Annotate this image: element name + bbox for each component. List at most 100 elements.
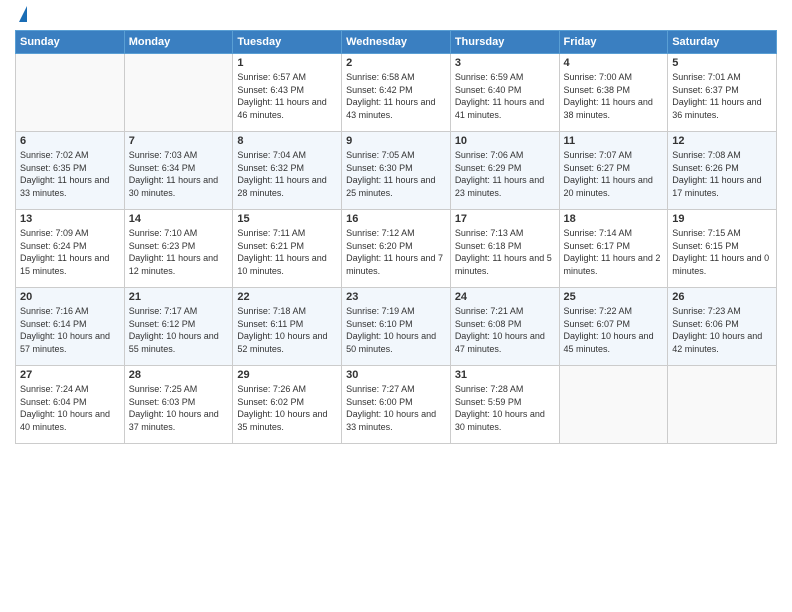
- calendar-cell: [16, 54, 125, 132]
- calendar-cell: 20 Sunrise: 7:16 AM Sunset: 6:14 PM Dayli…: [16, 288, 125, 366]
- day-detail: Sunrise: 7:07 AM Sunset: 6:27 PM Dayligh…: [564, 149, 664, 199]
- col-header-sunday: Sunday: [16, 31, 125, 54]
- day-detail: Sunrise: 7:00 AM Sunset: 6:38 PM Dayligh…: [564, 71, 664, 121]
- calendar-cell: 24 Sunrise: 7:21 AM Sunset: 6:08 PM Dayli…: [450, 288, 559, 366]
- day-detail: Sunrise: 7:13 AM Sunset: 6:18 PM Dayligh…: [455, 227, 555, 277]
- day-number: 13: [20, 213, 120, 225]
- calendar-cell: 21Sunrise: 7:17 AM Sunset: 6:12 PM Dayli…: [124, 288, 233, 366]
- day-number: 4: [564, 57, 664, 69]
- calendar-cell: 7 Sunrise: 7:03 AM Sunset: 6:34 PM Daylig…: [124, 132, 233, 210]
- calendar-cell: 9Sunrise: 7:05 AM Sunset: 6:30 PM Daylig…: [342, 132, 451, 210]
- day-detail: Sunrise: 7:19 AM Sunset: 6:10 PM Dayligh…: [346, 305, 446, 355]
- day-number: 15: [237, 213, 337, 225]
- day-detail: Sunrise: 7:11 AM Sunset: 6:21 PM Dayligh…: [237, 227, 337, 277]
- day-number: 30: [346, 369, 446, 381]
- calendar-cell: 10Sunrise: 7:06 AM Sunset: 6:29 PM Dayli…: [450, 132, 559, 210]
- page: SundayMondayTuesdayWednesdayThursdayFrid…: [0, 0, 792, 612]
- col-header-tuesday: Tuesday: [233, 31, 342, 54]
- day-number: 11: [564, 135, 664, 147]
- calendar-cell: 4 Sunrise: 7:00 AM Sunset: 6:38 PM Daylig…: [559, 54, 668, 132]
- week-row-1: 6 Sunrise: 7:02 AM Sunset: 6:35 PM Daylig…: [16, 132, 777, 210]
- day-detail: Sunrise: 7:03 AM Sunset: 6:34 PM Dayligh…: [129, 149, 229, 199]
- day-number: 2: [346, 57, 446, 69]
- day-number: 29: [237, 369, 337, 381]
- calendar-cell: 28 Sunrise: 7:25 AM Sunset: 6:03 PM Dayli…: [124, 366, 233, 444]
- day-detail: Sunrise: 7:24 AM Sunset: 6:04 PM Dayligh…: [20, 383, 120, 433]
- day-detail: Sunrise: 7:17 AM Sunset: 6:12 PM Dayligh…: [129, 305, 229, 355]
- calendar-cell: 5 Sunrise: 7:01 AM Sunset: 6:37 PM Daylig…: [668, 54, 777, 132]
- week-row-4: 27 Sunrise: 7:24 AM Sunset: 6:04 PM Dayli…: [16, 366, 777, 444]
- day-number: 23: [346, 291, 446, 303]
- day-number: 28: [129, 369, 229, 381]
- day-number: 17: [455, 213, 555, 225]
- calendar-cell: 8Sunrise: 7:04 AM Sunset: 6:32 PM Daylig…: [233, 132, 342, 210]
- header-row: SundayMondayTuesdayWednesdayThursdayFrid…: [16, 31, 777, 54]
- calendar-cell: 26Sunrise: 7:23 AM Sunset: 6:06 PM Dayli…: [668, 288, 777, 366]
- day-number: 14: [129, 213, 229, 225]
- day-detail: Sunrise: 7:21 AM Sunset: 6:08 PM Dayligh…: [455, 305, 555, 355]
- calendar-cell: 30 Sunrise: 7:27 AM Sunset: 6:00 PM Dayli…: [342, 366, 451, 444]
- day-detail: Sunrise: 7:22 AM Sunset: 6:07 PM Dayligh…: [564, 305, 664, 355]
- week-row-3: 20 Sunrise: 7:16 AM Sunset: 6:14 PM Dayli…: [16, 288, 777, 366]
- calendar-cell: 31Sunrise: 7:28 AM Sunset: 5:59 PM Dayli…: [450, 366, 559, 444]
- calendar-cell: 16Sunrise: 7:12 AM Sunset: 6:20 PM Dayli…: [342, 210, 451, 288]
- day-detail: Sunrise: 7:01 AM Sunset: 6:37 PM Dayligh…: [672, 71, 772, 121]
- day-detail: Sunrise: 7:10 AM Sunset: 6:23 PM Dayligh…: [129, 227, 229, 277]
- day-number: 5: [672, 57, 772, 69]
- day-number: 7: [129, 135, 229, 147]
- calendar-cell: [668, 366, 777, 444]
- col-header-saturday: Saturday: [668, 31, 777, 54]
- day-number: 12: [672, 135, 772, 147]
- day-detail: Sunrise: 7:25 AM Sunset: 6:03 PM Dayligh…: [129, 383, 229, 433]
- day-number: 18: [564, 213, 664, 225]
- day-detail: Sunrise: 7:26 AM Sunset: 6:02 PM Dayligh…: [237, 383, 337, 433]
- col-header-friday: Friday: [559, 31, 668, 54]
- day-detail: Sunrise: 7:18 AM Sunset: 6:11 PM Dayligh…: [237, 305, 337, 355]
- day-number: 24: [455, 291, 555, 303]
- day-detail: Sunrise: 7:23 AM Sunset: 6:06 PM Dayligh…: [672, 305, 772, 355]
- logo-triangle-icon: [19, 6, 27, 22]
- day-detail: Sunrise: 7:09 AM Sunset: 6:24 PM Dayligh…: [20, 227, 120, 277]
- calendar-cell: 19Sunrise: 7:15 AM Sunset: 6:15 PM Dayli…: [668, 210, 777, 288]
- day-detail: Sunrise: 7:08 AM Sunset: 6:26 PM Dayligh…: [672, 149, 772, 199]
- col-header-wednesday: Wednesday: [342, 31, 451, 54]
- day-number: 27: [20, 369, 120, 381]
- day-number: 20: [20, 291, 120, 303]
- col-header-thursday: Thursday: [450, 31, 559, 54]
- logo: [15, 10, 27, 22]
- calendar-cell: 13 Sunrise: 7:09 AM Sunset: 6:24 PM Dayli…: [16, 210, 125, 288]
- calendar-cell: [124, 54, 233, 132]
- header: [15, 10, 777, 22]
- day-detail: Sunrise: 7:02 AM Sunset: 6:35 PM Dayligh…: [20, 149, 120, 199]
- week-row-2: 13 Sunrise: 7:09 AM Sunset: 6:24 PM Dayli…: [16, 210, 777, 288]
- calendar-table: SundayMondayTuesdayWednesdayThursdayFrid…: [15, 30, 777, 444]
- day-number: 6: [20, 135, 120, 147]
- day-detail: Sunrise: 7:27 AM Sunset: 6:00 PM Dayligh…: [346, 383, 446, 433]
- day-number: 1: [237, 57, 337, 69]
- calendar-cell: 22 Sunrise: 7:18 AM Sunset: 6:11 PM Dayli…: [233, 288, 342, 366]
- day-detail: Sunrise: 7:05 AM Sunset: 6:30 PM Dayligh…: [346, 149, 446, 199]
- day-number: 31: [455, 369, 555, 381]
- calendar-cell: 29 Sunrise: 7:26 AM Sunset: 6:02 PM Dayli…: [233, 366, 342, 444]
- calendar-cell: 12 Sunrise: 7:08 AM Sunset: 6:26 PM Dayli…: [668, 132, 777, 210]
- day-detail: Sunrise: 6:59 AM Sunset: 6:40 PM Dayligh…: [455, 71, 555, 121]
- col-header-monday: Monday: [124, 31, 233, 54]
- day-detail: Sunrise: 7:16 AM Sunset: 6:14 PM Dayligh…: [20, 305, 120, 355]
- week-row-0: 1 Sunrise: 6:57 AM Sunset: 6:43 PM Daylig…: [16, 54, 777, 132]
- calendar-cell: 6 Sunrise: 7:02 AM Sunset: 6:35 PM Daylig…: [16, 132, 125, 210]
- day-number: 16: [346, 213, 446, 225]
- day-number: 22: [237, 291, 337, 303]
- calendar-cell: 14 Sunrise: 7:10 AM Sunset: 6:23 PM Dayli…: [124, 210, 233, 288]
- calendar-cell: 23 Sunrise: 7:19 AM Sunset: 6:10 PM Dayli…: [342, 288, 451, 366]
- calendar-cell: [559, 366, 668, 444]
- calendar-cell: 25 Sunrise: 7:22 AM Sunset: 6:07 PM Dayli…: [559, 288, 668, 366]
- day-detail: Sunrise: 7:14 AM Sunset: 6:17 PM Dayligh…: [564, 227, 664, 277]
- day-number: 25: [564, 291, 664, 303]
- day-detail: Sunrise: 7:06 AM Sunset: 6:29 PM Dayligh…: [455, 149, 555, 199]
- calendar-cell: 11 Sunrise: 7:07 AM Sunset: 6:27 PM Dayli…: [559, 132, 668, 210]
- calendar-cell: 1 Sunrise: 6:57 AM Sunset: 6:43 PM Daylig…: [233, 54, 342, 132]
- day-number: 19: [672, 213, 772, 225]
- day-number: 3: [455, 57, 555, 69]
- calendar-cell: 18 Sunrise: 7:14 AM Sunset: 6:17 PM Dayli…: [559, 210, 668, 288]
- day-detail: Sunrise: 6:57 AM Sunset: 6:43 PM Dayligh…: [237, 71, 337, 121]
